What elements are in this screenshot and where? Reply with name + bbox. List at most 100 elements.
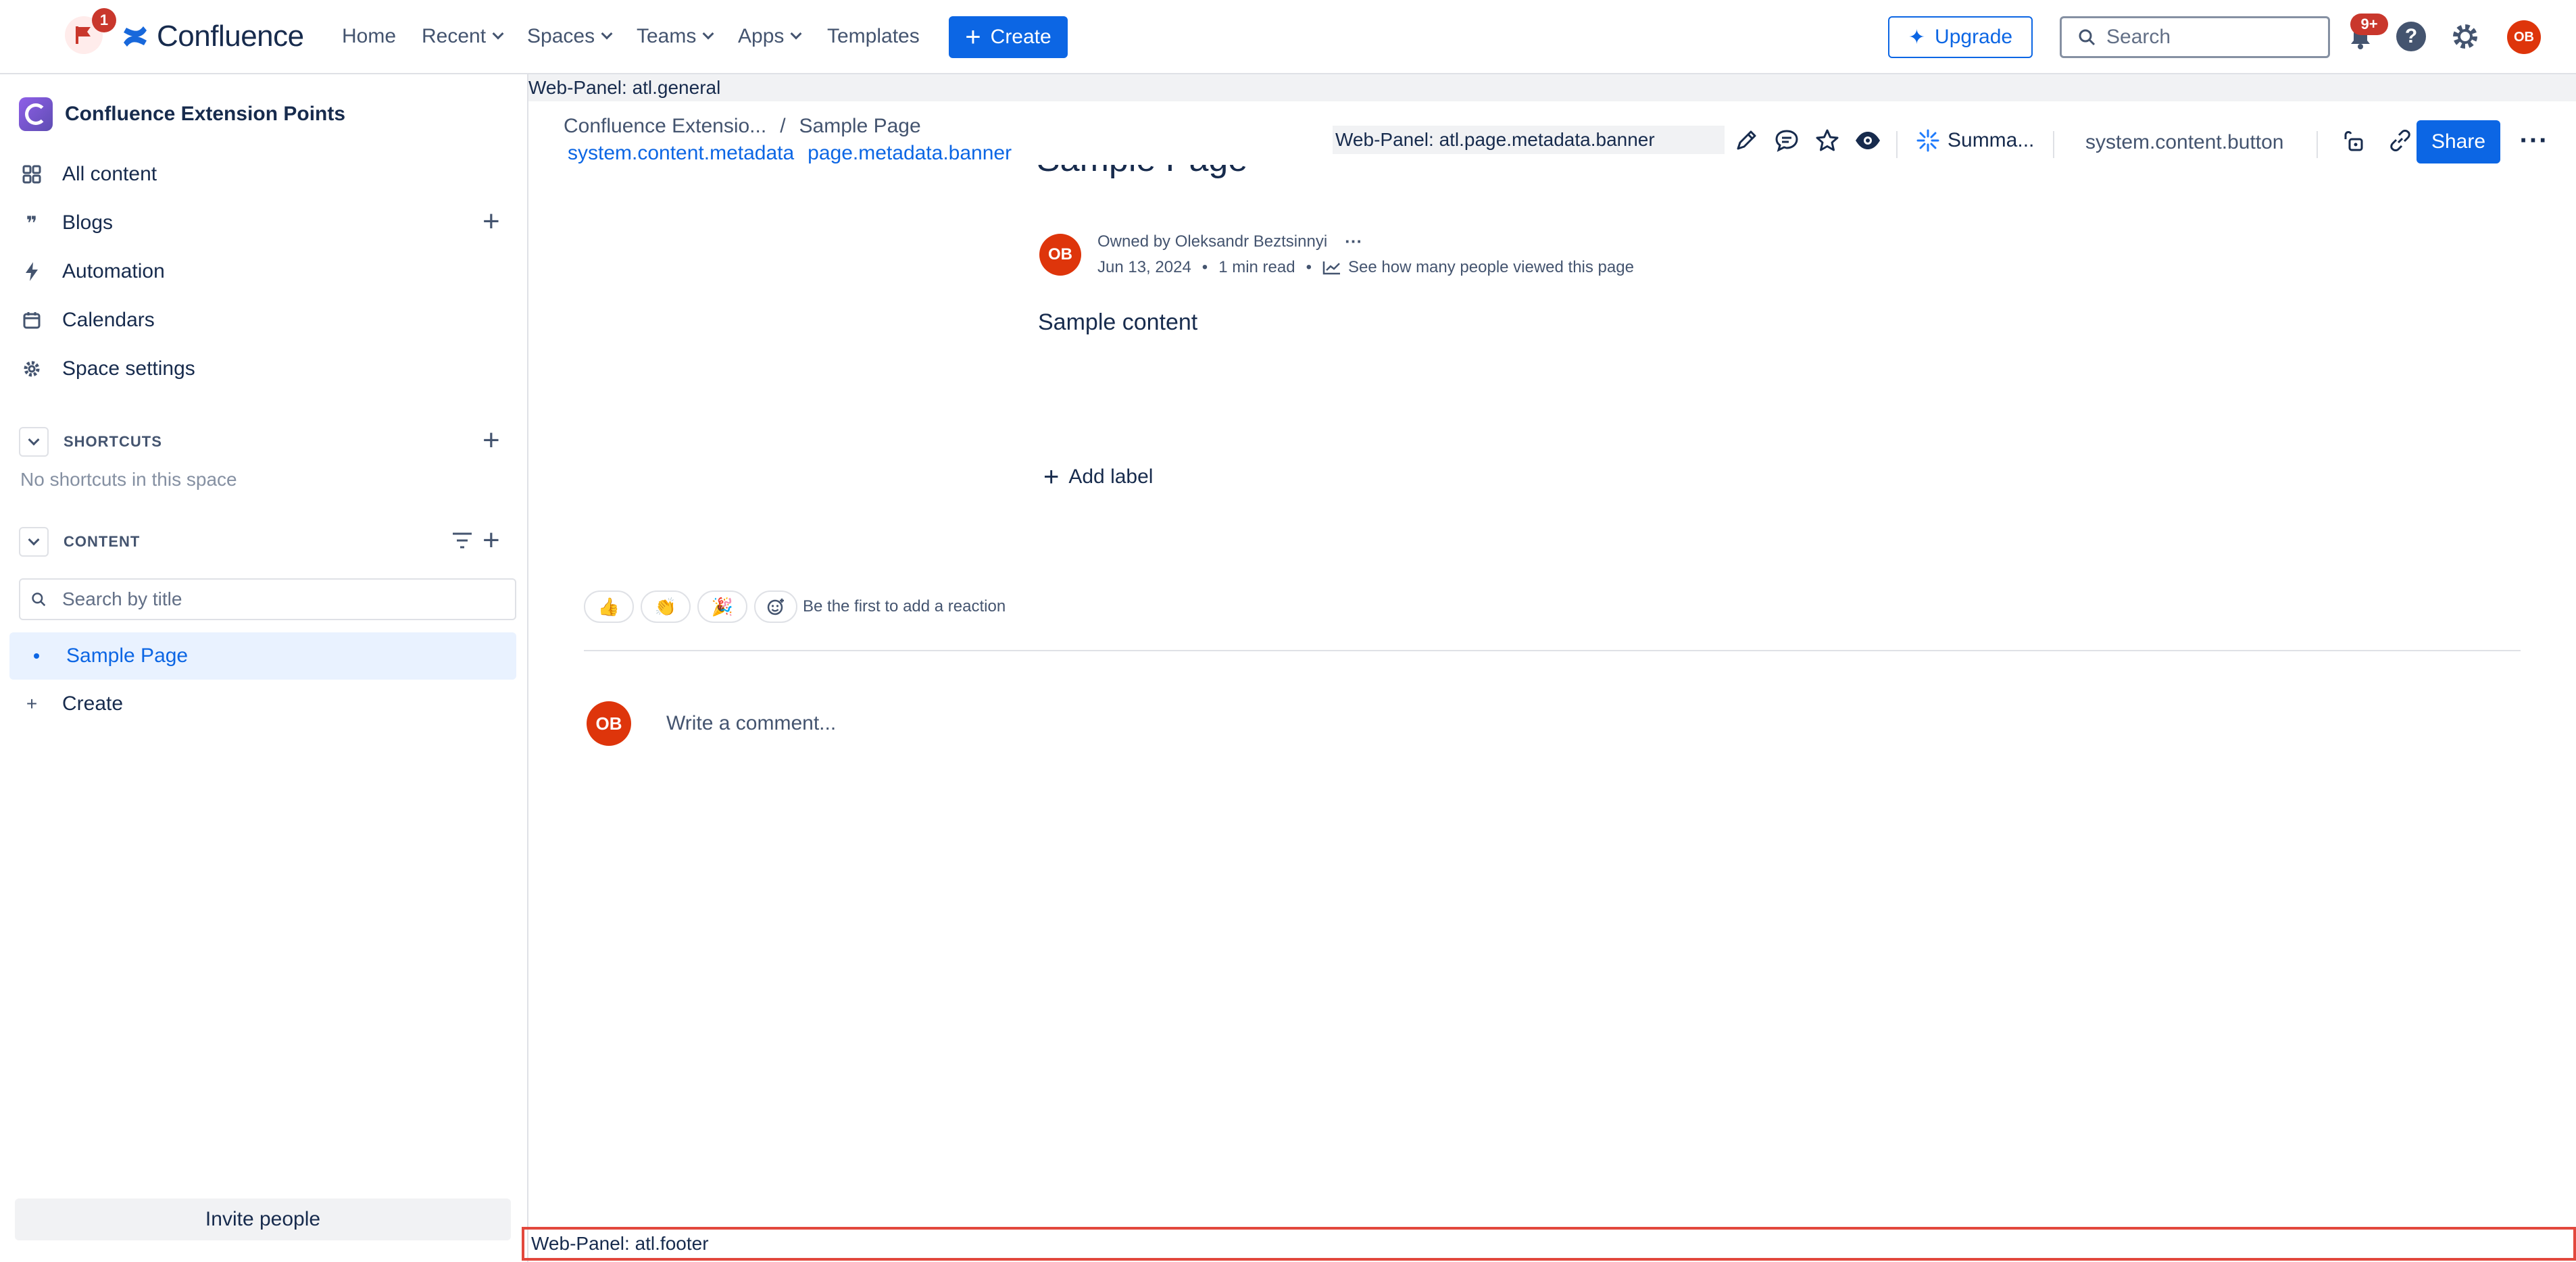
reaction-clap[interactable]: 👏 xyxy=(641,590,691,623)
restrictions-button[interactable] xyxy=(2337,124,2369,157)
page-meta: Jun 13, 2024 • 1 min read • See how many… xyxy=(1097,258,1634,277)
upgrade-button[interactable]: ✦ Upgrade xyxy=(1888,16,2033,58)
toolbar-divider xyxy=(1896,131,1898,158)
shortcuts-section-header[interactable]: SHORTCUTS xyxy=(19,426,162,458)
reaction-prompt: Be the first to add a reaction xyxy=(803,597,1006,615)
toolbar-divider xyxy=(2053,131,2054,158)
sidebar: Confluence Extension Points All content … xyxy=(0,74,528,1262)
webpanel-footer: Web-Panel: atl.footer xyxy=(522,1227,2576,1261)
chevron-down-icon xyxy=(28,534,40,546)
nav-home[interactable]: Home xyxy=(342,22,396,51)
add-shortcut-icon[interactable]: + xyxy=(482,426,500,455)
collapse-shortcuts-button[interactable] xyxy=(19,427,49,457)
top-navigation: 1 Confluence Home Recent Spaces Teams Ap… xyxy=(0,0,2576,74)
confluence-logo[interactable]: Confluence xyxy=(122,18,304,55)
banner-webpanel: Web-Panel: atl.page.metadata.banner xyxy=(1333,126,1725,154)
sidebar-item-blogs[interactable]: ❞ Blogs xyxy=(20,203,514,243)
sidebar-create-button[interactable]: + Create xyxy=(20,684,123,724)
search-by-title-placeholder: Search by title xyxy=(62,588,182,609)
nav-templates[interactable]: Templates xyxy=(827,22,920,51)
tree-item-sample-page[interactable]: Sample Page xyxy=(9,632,516,680)
emoji-add-icon xyxy=(767,599,784,615)
nav-templates-label: Templates xyxy=(827,25,920,47)
nav-home-label: Home xyxy=(342,25,397,47)
chart-trend-icon xyxy=(1322,261,1340,275)
system-content-button[interactable]: system.content.button xyxy=(2085,131,2284,154)
more-icon: ··· xyxy=(2519,125,2549,155)
nav-apps-label: Apps xyxy=(738,25,785,47)
owned-by-text[interactable]: Owned by Oleksandr Beztsinnyi xyxy=(1097,232,1327,251)
add-blog-icon[interactable]: + xyxy=(482,207,500,236)
breadcrumb-space[interactable]: Confluence Extensio... xyxy=(564,115,766,138)
sidebar-item-automation[interactable]: Automation xyxy=(20,251,165,292)
plus-icon: + xyxy=(1043,462,1060,492)
notification-count-badge: 9+ xyxy=(2350,14,2388,35)
sidebar-item-calendars[interactable]: Calendars xyxy=(20,300,155,340)
page-title: Sample Page xyxy=(1037,165,1247,189)
owner-line: Owned by Oleksandr Beztsinnyi ··· xyxy=(1097,231,1362,252)
nav-spaces-label: Spaces xyxy=(527,25,595,47)
page-date: Jun 13, 2024 xyxy=(1097,258,1191,276)
content-metadata-link[interactable]: system.content.metadata xyxy=(568,142,794,165)
search-input[interactable]: Search xyxy=(2060,16,2330,58)
app-switcher-icon[interactable] xyxy=(26,23,53,50)
nav-recent[interactable]: Recent xyxy=(422,22,504,51)
summarize-button[interactable]: Summa... xyxy=(1916,124,2034,157)
nav-apps[interactable]: Apps xyxy=(738,22,802,51)
add-label-button[interactable]: + Add label xyxy=(1043,463,1153,490)
reaction-thumbs-up[interactable]: 👍 xyxy=(584,590,634,623)
content-section-header[interactable]: CONTENT xyxy=(19,526,140,558)
more-icon[interactable]: ··· xyxy=(1345,231,1362,252)
breadcrumb-page[interactable]: Sample Page xyxy=(799,115,921,138)
edit-button[interactable] xyxy=(1730,124,1762,157)
shortcuts-title: SHORTCUTS xyxy=(64,433,162,450)
create-button[interactable]: + Create xyxy=(949,16,1068,58)
sidebar-item-label: Blogs xyxy=(62,211,114,234)
collapse-content-button[interactable] xyxy=(19,527,49,557)
grid-icon xyxy=(20,163,43,186)
flag-count-badge: 1 xyxy=(92,8,116,32)
invite-people-button[interactable]: Invite people xyxy=(15,1198,511,1240)
comment-icon xyxy=(1775,130,1798,152)
nav-spaces[interactable]: Spaces xyxy=(527,22,613,51)
plus-icon: + xyxy=(26,693,38,714)
sidebar-item-all-content[interactable]: All content xyxy=(20,154,157,195)
share-button[interactable]: Share xyxy=(2417,120,2500,163)
sidebar-item-label: Space settings xyxy=(62,357,195,380)
comments-divider xyxy=(584,650,2521,651)
metadata-banner-link[interactable]: page.metadata.banner xyxy=(808,142,1012,165)
search-by-title-input[interactable]: Search by title xyxy=(19,578,516,620)
reaction-party[interactable]: 🎉 xyxy=(697,590,747,623)
copy-link-button[interactable] xyxy=(2384,124,2417,157)
space-logo-icon xyxy=(19,97,53,131)
chevron-down-icon xyxy=(601,28,613,40)
comments-button[interactable] xyxy=(1770,124,1803,157)
help-icon[interactable]: ? xyxy=(2396,22,2426,51)
nav-teams[interactable]: Teams xyxy=(637,22,714,51)
add-reaction-button[interactable] xyxy=(754,590,797,623)
watch-button[interactable] xyxy=(1852,124,1884,157)
metadata-links: system.content.metadata page.metadata.ba… xyxy=(568,142,1012,165)
read-time: 1 min read xyxy=(1218,258,1295,276)
quote-icon: ❞ xyxy=(26,212,38,234)
search-placeholder: Search xyxy=(2106,26,2171,48)
add-content-icon[interactable]: + xyxy=(482,526,500,555)
gear-icon xyxy=(2453,24,2477,49)
space-header[interactable]: Confluence Extension Points xyxy=(19,97,345,131)
star-button[interactable] xyxy=(1811,124,1843,157)
author-avatar[interactable]: OB xyxy=(1039,234,1081,276)
settings-button[interactable] xyxy=(2449,20,2481,53)
profile-avatar[interactable]: OB xyxy=(2507,20,2541,54)
filter-icon[interactable] xyxy=(451,531,473,550)
sidebar-item-label: Automation xyxy=(62,260,165,282)
more-actions-button[interactable]: ··· xyxy=(2518,124,2550,157)
comment-input[interactable]: Write a comment... xyxy=(666,712,836,735)
calendar-icon xyxy=(20,309,43,332)
plus-icon: + xyxy=(965,22,981,52)
eye-icon xyxy=(1856,132,1880,149)
page-analytics-link[interactable]: See how many people viewed this page xyxy=(1348,258,1634,277)
star-icon xyxy=(1816,129,1839,151)
pencil-icon xyxy=(1737,130,1756,150)
sidebar-item-space-settings[interactable]: Space settings xyxy=(20,349,195,389)
summarize-label: Summa... xyxy=(1948,129,2035,151)
